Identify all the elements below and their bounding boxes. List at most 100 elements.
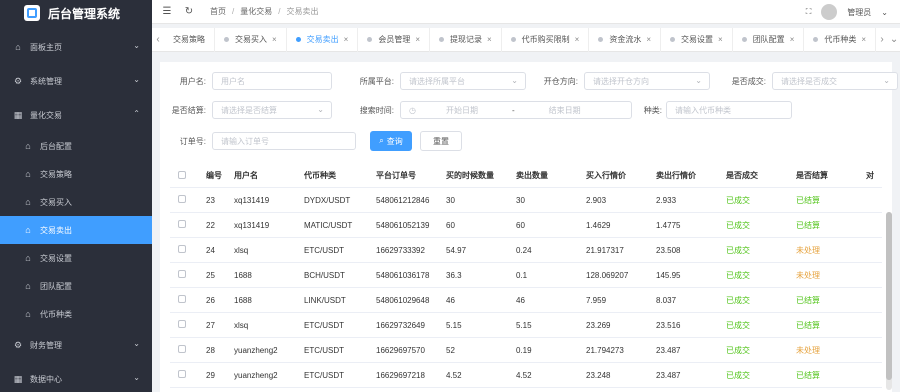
tab-label: 交易买入 — [234, 35, 267, 44]
cell-buy-price: 1.4629 — [586, 220, 611, 230]
table-row[interactable]: 29 yuanzheng2 ETC/USDT 16629697218 4.52 … — [170, 363, 882, 388]
close-icon[interactable]: × — [790, 35, 795, 44]
sidebar-item-backend-config[interactable]: ⌂ 后台配置 — [0, 132, 152, 160]
table-row[interactable]: 23 xq131419 DYDX/USDT 548061212846 30 30… — [170, 188, 882, 213]
tab-buy[interactable]: 交易买入 × — [215, 27, 287, 52]
scrollbar-thumb[interactable] — [886, 212, 892, 380]
row-checkbox[interactable] — [170, 270, 198, 280]
tab-coins[interactable]: 代币种类 × — [804, 27, 877, 52]
chevron-down-icon[interactable]: ⌄ — [881, 8, 888, 17]
cell-coin: ETC/USDT — [304, 345, 344, 355]
search-button[interactable]: ⌕ 查询 — [370, 131, 412, 151]
fullscreen-icon[interactable]: ⛶ — [806, 7, 812, 17]
breadcrumb-current: 交易卖出 — [286, 7, 319, 16]
close-icon[interactable]: × — [718, 35, 723, 44]
close-icon[interactable]: × — [487, 35, 492, 44]
sidebar-item-settings[interactable]: ⌂ 交易设置 — [0, 244, 152, 272]
close-icon[interactable]: × — [272, 35, 277, 44]
deal-placeholder: 请选择是否成交 — [781, 76, 837, 86]
username-input[interactable]: 用户名 — [212, 72, 332, 90]
breadcrumb-separator: / — [232, 7, 235, 16]
breadcrumb-home[interactable]: 首页 — [210, 6, 226, 17]
cell-sell-qty: 60 — [516, 220, 525, 230]
cell-username: xq131419 — [234, 220, 270, 230]
close-icon[interactable]: × — [646, 35, 651, 44]
sidebar-item-sell[interactable]: ⌂ 交易卖出 — [0, 216, 152, 244]
sidebar: 后台管理系统 ⌂ 面板主页 ⌄ ⚙ 系统管理 ⌄ ▦ 量化交易 ⌃ ⌂ 后台配置… — [0, 0, 152, 392]
close-icon[interactable]: × — [861, 35, 866, 44]
sidebar-item-system[interactable]: ⚙ 系统管理 ⌄ — [0, 64, 152, 98]
username-label: 用户名: — [179, 76, 206, 86]
table-row[interactable]: 26 1688 LINK/USDT 548061029648 46 46 7.9… — [170, 288, 882, 313]
tab-dot-icon — [670, 37, 676, 42]
menu-toggle-icon[interactable]: ☰ — [156, 0, 178, 24]
column-header: 编号 — [206, 171, 222, 180]
tab-team[interactable]: 团队配置 × — [733, 27, 805, 52]
table-row[interactable]: 27 xlsq ETC/USDT 16629732649 5.15 5.15 2… — [170, 313, 882, 338]
cell-username: 1688 — [234, 270, 252, 280]
grid-icon: ▦ — [13, 109, 23, 120]
sidebar-item-buy[interactable]: ⌂ 交易买入 — [0, 188, 152, 216]
app-logo-icon — [24, 5, 40, 21]
sidebar-item-quant[interactable]: ▦ 量化交易 ⌃ — [0, 98, 152, 132]
deal-select[interactable]: 请选择是否成交 ⌄ — [772, 72, 898, 90]
table-row[interactable]: 24 xlsq ETC/USDT 16629733392 54.97 0.24 … — [170, 238, 882, 263]
close-icon[interactable]: × — [575, 35, 580, 44]
cell-username: xlsq — [234, 245, 249, 255]
sidebar-item-team[interactable]: ⌂ 团队配置 — [0, 272, 152, 300]
tabs-prev-icon[interactable]: ‹ — [152, 28, 164, 52]
row-checkbox[interactable] — [170, 370, 198, 380]
settle-select[interactable]: 请选择是否结算 ⌄ — [212, 101, 332, 119]
table-row[interactable]: 22 xq131419 MATIC/USDT 548061052139 60 6… — [170, 213, 882, 238]
tab-sell[interactable]: 交易卖出 × — [287, 27, 359, 52]
platform-select[interactable]: 请选择所属平台 ⌄ — [400, 72, 526, 90]
gear-icon: ⚙ — [13, 339, 23, 350]
direction-select[interactable]: 请选择开仓方向 ⌄ — [584, 72, 710, 90]
tab-members[interactable]: 会员管理 × — [358, 27, 430, 52]
date-range-picker[interactable]: ◷ 开始日期 - 结束日期 — [400, 101, 632, 119]
avatar[interactable] — [821, 4, 838, 20]
sidebar-item-coins[interactable]: ⌂ 代币种类 — [0, 300, 152, 328]
sidebar-item-dashboard[interactable]: ⌂ 面板主页 ⌄ — [0, 30, 152, 64]
order-input[interactable]: 请输入订单号 — [212, 132, 356, 150]
table-row[interactable]: 28 yuanzheng2 ETC/USDT 16629697570 52 0.… — [170, 338, 882, 363]
column-header: 对 — [866, 171, 874, 180]
row-checkbox[interactable] — [170, 320, 198, 330]
cell-order-no: 548061212846 — [376, 195, 430, 205]
row-checkbox[interactable] — [170, 220, 198, 230]
cell-id: 27 — [206, 320, 215, 330]
sidebar-item-data[interactable]: ▦ 数据中心 ⌄ — [0, 362, 152, 392]
cell-username: yuanzheng2 — [234, 370, 278, 380]
tabs-next-icon[interactable]: › — [876, 28, 888, 52]
sidebar-item-label: 系统管理 — [30, 76, 62, 86]
table-row[interactable]: 25 1688 BCH/USDT 548061036178 36.3 0.1 1… — [170, 263, 882, 288]
select-all-checkbox[interactable] — [170, 170, 198, 181]
close-icon[interactable]: × — [344, 35, 349, 44]
sidebar-item-strategy[interactable]: ⌂ 交易策略 — [0, 160, 152, 188]
row-checkbox[interactable] — [170, 195, 198, 205]
row-checkbox[interactable] — [170, 245, 198, 255]
chevron-down-icon[interactable]: ⌄ — [888, 28, 900, 52]
close-icon[interactable]: × — [415, 35, 420, 44]
tab-withdraw[interactable]: 提现记录 × — [430, 27, 502, 52]
tab-fund-flow[interactable]: 资金流水 × — [589, 27, 662, 52]
cell-coin: MATIC/USDT — [304, 220, 353, 230]
reset-button[interactable]: 重置 — [420, 131, 462, 151]
tab-purchase-limit[interactable]: 代币购买限制 × — [502, 27, 590, 52]
sidebar-item-finance[interactable]: ⚙ 财务管理 ⌄ — [0, 328, 152, 362]
tab-dot-icon — [295, 37, 301, 42]
tab-strategy[interactable]: 交易策略 — [164, 27, 215, 52]
row-checkbox[interactable] — [170, 295, 198, 305]
header-right: ⛶ 管理员 ⌄ — [806, 0, 888, 24]
table-scrollbar[interactable] — [886, 212, 892, 390]
refresh-icon[interactable]: ↻ — [178, 0, 200, 24]
direction-label: 开仓方向: — [543, 76, 578, 86]
row-checkbox[interactable] — [170, 345, 198, 355]
coin-input[interactable]: 请输入代币种类 — [666, 101, 792, 119]
cell-buy-price: 7.959 — [586, 295, 607, 305]
user-name[interactable]: 管理员 — [847, 7, 871, 18]
breadcrumb-quant[interactable]: 量化交易 — [240, 6, 272, 17]
cell-deal-status: 已成交 — [726, 220, 750, 230]
cell-sell-qty: 30 — [516, 195, 525, 205]
tab-trade-settings[interactable]: 交易设置 × — [661, 27, 733, 52]
